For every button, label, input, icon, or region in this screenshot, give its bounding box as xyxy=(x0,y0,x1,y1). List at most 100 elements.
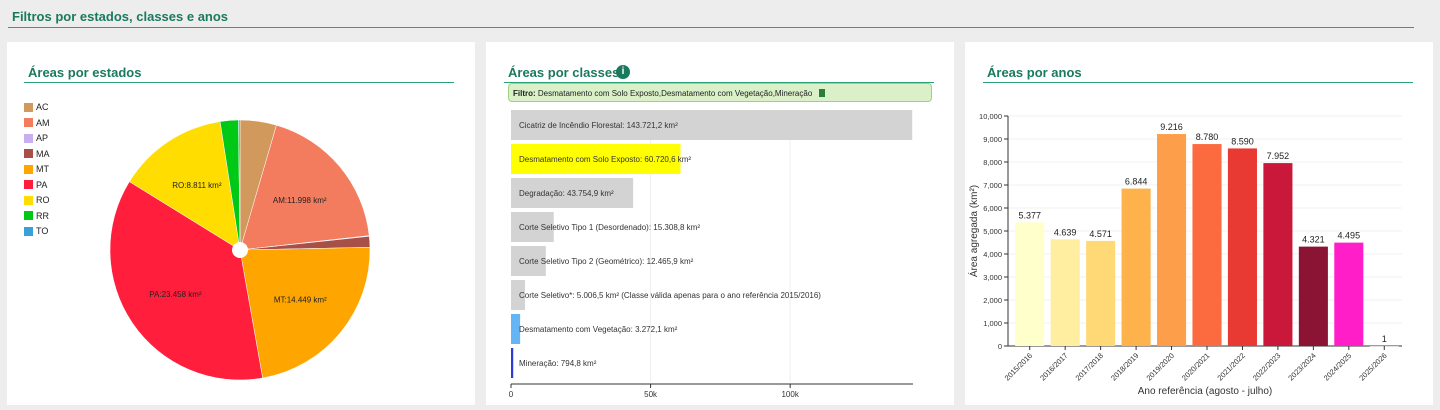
legend-label: AM xyxy=(36,117,50,128)
year-bar-value: 8.780 xyxy=(1196,132,1219,142)
year-bar-value: 5.377 xyxy=(1018,210,1041,220)
year-bar[interactable] xyxy=(1050,239,1080,346)
x-tick-label: 2024/2025 xyxy=(1322,351,1353,382)
class-bar-label: Corte Seletivo*: 5.006,5 km² (Classe vál… xyxy=(519,291,821,300)
legend-label: RR xyxy=(36,210,49,221)
year-bar-value: 4.321 xyxy=(1302,235,1325,245)
legend-label: AC xyxy=(36,102,49,112)
x-tick-label: 2025/2026 xyxy=(1357,351,1388,382)
legend-swatch xyxy=(24,102,33,112)
y-tick-label: 1,000 xyxy=(983,319,1002,328)
x-axis-title: Ano referência (agosto - julho) xyxy=(1138,386,1273,397)
x-tick-label: 2020/2021 xyxy=(1180,351,1211,382)
year-bar[interactable] xyxy=(1157,134,1187,346)
x-tick-label: 2023/2024 xyxy=(1286,351,1317,382)
x-tick-label: 2017/2018 xyxy=(1074,351,1105,382)
section-title: Filtros por estados, classes e anos xyxy=(12,9,229,24)
pie-center-hole xyxy=(232,242,248,258)
y-tick-label: 0 xyxy=(998,342,1002,351)
year-bar[interactable] xyxy=(1298,246,1328,346)
class-bar-label: Cicatriz de Incêndio Florestal: 143.721,… xyxy=(519,121,678,130)
years-panel-divider xyxy=(983,82,1413,83)
legend-label: MA xyxy=(36,148,50,159)
legend-item-mt: MT xyxy=(24,164,49,174)
year-bar-value: 8.590 xyxy=(1231,136,1254,146)
pie-slice-label: RO:8.811 km² xyxy=(172,181,222,190)
info-icon[interactable]: i xyxy=(616,65,630,79)
legend-label: AP xyxy=(36,133,49,143)
legend-swatch xyxy=(24,118,33,127)
year-bar[interactable] xyxy=(1227,148,1257,346)
class-bar-label: Mineração: 794,8 km² xyxy=(519,359,597,368)
x-tick-label: 0 xyxy=(509,390,514,399)
year-bar[interactable] xyxy=(1263,163,1293,346)
year-bar[interactable] xyxy=(1121,188,1151,346)
filter-badge: Filtro: Desmatamento com Solo Exposto,De… xyxy=(508,83,932,102)
y-tick-label: 6,000 xyxy=(983,204,1002,213)
legend-label: TO xyxy=(36,226,49,236)
legend-item-ap: AP xyxy=(24,133,48,143)
year-bar[interactable] xyxy=(1015,222,1045,346)
trash-icon[interactable] xyxy=(818,88,825,97)
classes-panel-title: Áreas por classes xyxy=(508,65,620,80)
y-tick-label: 7,000 xyxy=(983,181,1002,190)
x-tick-label: 100k xyxy=(781,390,799,399)
class-bar-label: Corte Seletivo Tipo 2 (Geométrico): 12.4… xyxy=(519,257,694,266)
legend-swatch xyxy=(24,211,33,220)
x-tick-label: 2019/2020 xyxy=(1145,351,1176,382)
legend-item-ac: AC xyxy=(24,102,49,112)
class-bar[interactable] xyxy=(511,348,514,378)
classes-bar-chart[interactable]: Cicatriz de Incêndio Florestal: 143.721,… xyxy=(486,104,954,404)
legend-item-pa: PA xyxy=(24,180,47,190)
filter-value: Desmatamento com Solo Exposto,Desmatamen… xyxy=(537,89,813,98)
y-tick-label: 8,000 xyxy=(983,158,1002,167)
legend-item-to: TO xyxy=(24,226,48,236)
pie-slice-mt[interactable] xyxy=(239,247,371,379)
legend-swatch xyxy=(24,133,33,143)
year-bar-value: 6.844 xyxy=(1125,177,1148,187)
class-bar-label: Desmatamento com Vegetação: 3.272,1 km² xyxy=(519,325,678,334)
legend-item-rr: RR xyxy=(24,211,49,221)
legend-item-ma: MA xyxy=(24,149,50,159)
legend-item-ro: RO xyxy=(24,195,50,205)
pie-slice-label: AM:11.998 km² xyxy=(273,196,327,205)
x-tick-label: 2021/2022 xyxy=(1215,351,1246,382)
year-bar-value: 4.571 xyxy=(1089,229,1112,239)
year-bar-value: 4.639 xyxy=(1054,227,1077,237)
x-tick-label: 2022/2023 xyxy=(1251,351,1282,382)
class-bar-label: Desmatamento com Solo Exposto: 60.720,6 … xyxy=(519,155,691,164)
year-bar[interactable] xyxy=(1192,144,1222,346)
year-bar-value: 7.952 xyxy=(1267,151,1290,161)
y-tick-label: 2,000 xyxy=(983,296,1002,305)
year-bar[interactable] xyxy=(1086,240,1116,346)
year-bar-value: 1 xyxy=(1382,334,1387,344)
legend-label: RO xyxy=(36,195,50,205)
legend-swatch xyxy=(24,195,33,205)
y-tick-label: 3,000 xyxy=(983,273,1002,282)
year-bar-value: 4.495 xyxy=(1338,231,1361,241)
legend-label: PA xyxy=(36,179,48,190)
legend-swatch xyxy=(24,149,33,158)
legend-item-am: AM xyxy=(24,118,50,128)
years-panel-title: Áreas por anos xyxy=(987,65,1082,80)
year-bar-value: 9.216 xyxy=(1160,122,1183,132)
legend-swatch xyxy=(24,164,33,174)
y-tick-label: 5,000 xyxy=(983,227,1002,236)
states-panel-divider xyxy=(24,82,454,83)
class-bar-label: Degradação: 43.754,9 km² xyxy=(519,189,614,198)
y-tick-label: 9,000 xyxy=(983,135,1002,144)
years-bar-chart[interactable]: 0 1,000 2,000 3,000 4,000 5,000 6,000 7,000 8,00… xyxy=(965,100,1433,405)
states-panel-title: Áreas por estados xyxy=(28,65,142,80)
y-axis-title: Área agregada (km²) xyxy=(967,185,980,277)
states-pie-chart[interactable]: AM:11.998 km² MT:14.449 km² PA:23.458 km² R… xyxy=(100,110,380,390)
year-bar[interactable] xyxy=(1334,242,1364,346)
x-tick-label: 2015/2016 xyxy=(1003,351,1034,382)
x-tick-label: 2016/2017 xyxy=(1038,351,1069,382)
legend-label: MT xyxy=(36,164,49,174)
legend-swatch xyxy=(24,226,33,236)
y-tick-label: 10,000 xyxy=(979,112,1002,121)
x-tick-label: 50k xyxy=(644,390,658,399)
legend-swatch xyxy=(24,180,33,189)
filter-label: Filtro: xyxy=(513,89,536,98)
section-divider xyxy=(8,27,1414,28)
